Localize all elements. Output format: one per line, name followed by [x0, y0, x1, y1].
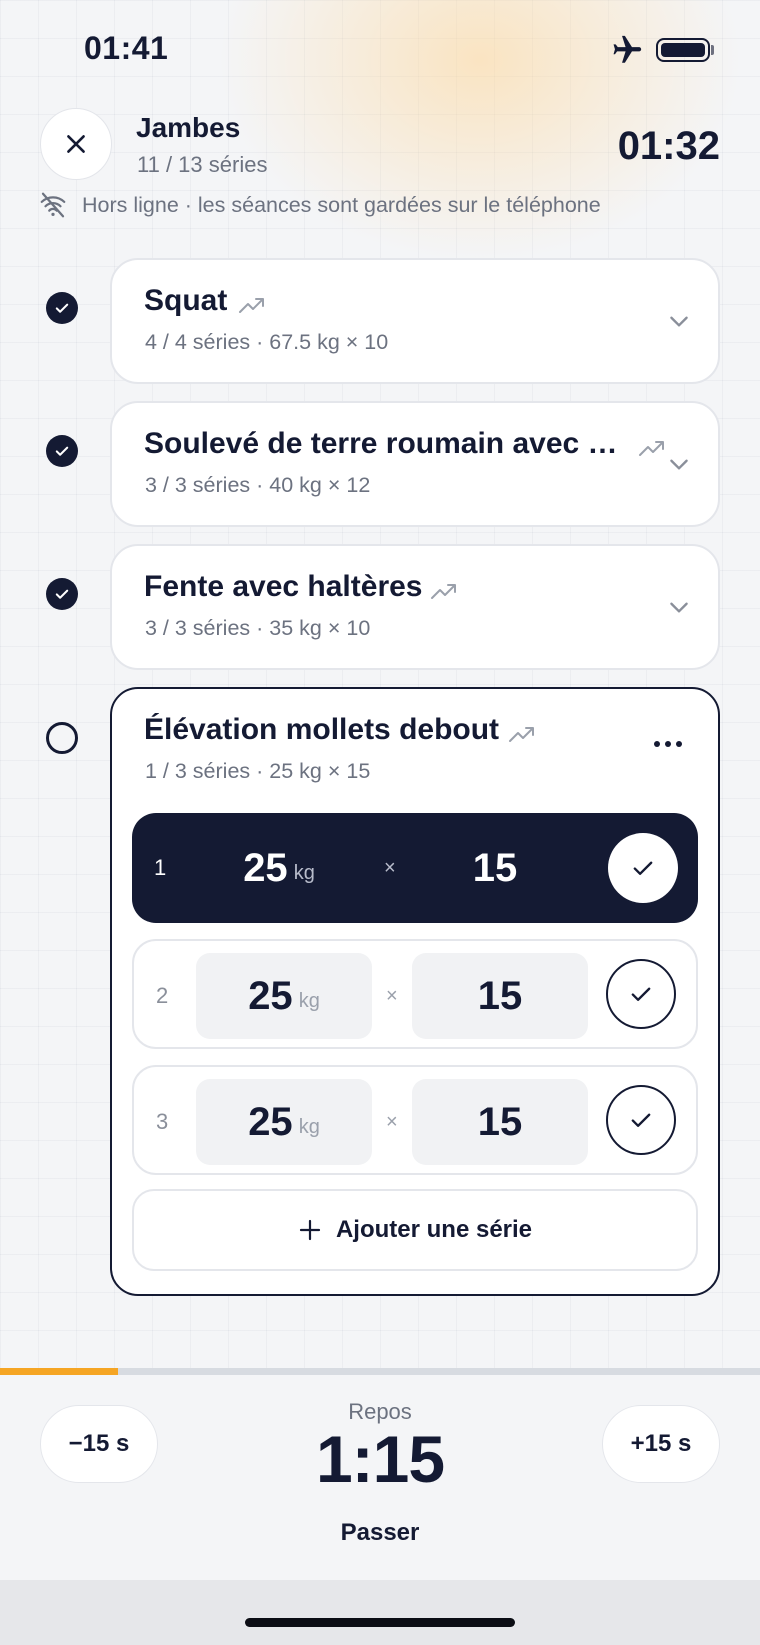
exercise-card[interactable]: Fente avec haltères 3 / 3 séries · 35 kg…	[110, 544, 720, 670]
complete-set-button[interactable]	[608, 833, 678, 903]
exercise-done-indicator[interactable]	[46, 435, 78, 467]
plus-15s-button[interactable]: +15 s	[602, 1405, 720, 1483]
weight-field[interactable]: 25 kg	[196, 1079, 372, 1165]
battery-icon	[656, 38, 710, 62]
offline-notice: Hors ligne · les séances sont gardées su…	[82, 193, 601, 217]
set-row-2[interactable]: 2 25 kg × 15	[132, 939, 698, 1049]
airplane-icon	[613, 35, 642, 63]
times-symbol: ×	[386, 985, 398, 1007]
close-button[interactable]	[40, 108, 112, 180]
reps-value: 15	[472, 845, 518, 890]
reps-value: 15	[477, 1099, 523, 1144]
plus-icon	[299, 1219, 321, 1241]
weight-unit: kg	[293, 861, 315, 884]
trend-up-icon	[239, 298, 264, 313]
chevron-down-icon[interactable]	[666, 451, 692, 477]
add-set-label: Ajouter une série	[335, 1216, 533, 1243]
set-row-1[interactable]: 1 25 kg × 15	[132, 813, 698, 923]
check-icon	[55, 589, 69, 599]
more-icon[interactable]	[654, 741, 682, 747]
workout-title: Jambes	[136, 112, 241, 143]
exercise-detail: 3 / 3 séries · 35 kg × 10	[145, 616, 371, 640]
exercise-name: Soulevé de terre roumain avec h...	[144, 427, 624, 460]
check-icon	[633, 861, 653, 875]
reps-field[interactable]: 15	[412, 1079, 588, 1165]
status-time: 01:41	[84, 30, 169, 66]
exercise-card[interactable]: Squat 4 / 4 séries · 67.5 kg × 10	[110, 258, 720, 384]
check-icon	[631, 987, 651, 1001]
weight-field[interactable]: 25 kg	[194, 825, 364, 911]
reps-field[interactable]: 15	[410, 825, 580, 911]
set-number: 2	[156, 983, 169, 1008]
weight-value: 25	[248, 1099, 293, 1144]
home-area	[0, 1580, 760, 1645]
check-icon	[55, 303, 69, 313]
add-set-button[interactable]: Ajouter une série	[132, 1189, 698, 1271]
exercise-card[interactable]: Soulevé de terre roumain avec h... 3 / 3…	[110, 401, 720, 527]
check-icon	[55, 446, 69, 456]
active-exercise-card[interactable]: Élévation mollets debout 1 / 3 séries · …	[110, 687, 720, 1296]
exercise-name: Squat	[144, 284, 228, 317]
exercise-detail: 3 / 3 séries · 40 kg × 12	[145, 473, 371, 497]
trend-up-icon	[509, 727, 534, 742]
set-number: 3	[156, 1109, 169, 1134]
exercise-done-indicator[interactable]	[46, 578, 78, 610]
check-icon	[631, 1113, 651, 1127]
reps-field[interactable]: 15	[412, 953, 588, 1039]
complete-set-button[interactable]	[606, 959, 676, 1029]
complete-set-button[interactable]	[606, 1085, 676, 1155]
reps-value: 15	[477, 973, 523, 1018]
home-indicator[interactable]	[245, 1618, 515, 1627]
set-number: 1	[154, 855, 167, 880]
skip-rest-button[interactable]: Passer	[300, 1511, 460, 1555]
rest-progress-fill	[0, 1368, 118, 1375]
wifi-off-icon	[40, 192, 66, 218]
times-symbol: ×	[386, 1111, 398, 1133]
weight-value: 25	[243, 845, 288, 890]
trend-up-icon	[639, 441, 664, 456]
exercise-name: Élévation mollets debout	[144, 713, 500, 746]
sets-progress: 11 / 13 séries	[137, 152, 268, 177]
set-row-3[interactable]: 3 25 kg × 15	[132, 1065, 698, 1175]
close-icon	[67, 135, 85, 153]
weight-unit: kg	[298, 989, 320, 1012]
elapsed-timer: 01:32	[617, 124, 720, 168]
battery-cap	[711, 45, 714, 55]
trend-up-icon	[431, 584, 456, 599]
chevron-down-icon[interactable]	[666, 594, 692, 620]
exercise-pending-indicator[interactable]	[46, 722, 78, 754]
weight-unit: kg	[298, 1115, 320, 1138]
weight-value: 25	[248, 973, 293, 1018]
exercise-detail: 1 / 3 séries · 25 kg × 15	[145, 759, 371, 783]
rest-panel: −15 s Repos 1:15 +15 s Passer	[0, 1375, 760, 1580]
exercise-name: Fente avec haltères	[144, 570, 423, 603]
weight-field[interactable]: 25 kg	[196, 953, 372, 1039]
exercise-done-indicator[interactable]	[46, 292, 78, 324]
chevron-down-icon[interactable]	[666, 308, 692, 334]
times-symbol: ×	[384, 857, 396, 879]
exercise-detail: 4 / 4 séries · 67.5 kg × 10	[145, 330, 389, 354]
